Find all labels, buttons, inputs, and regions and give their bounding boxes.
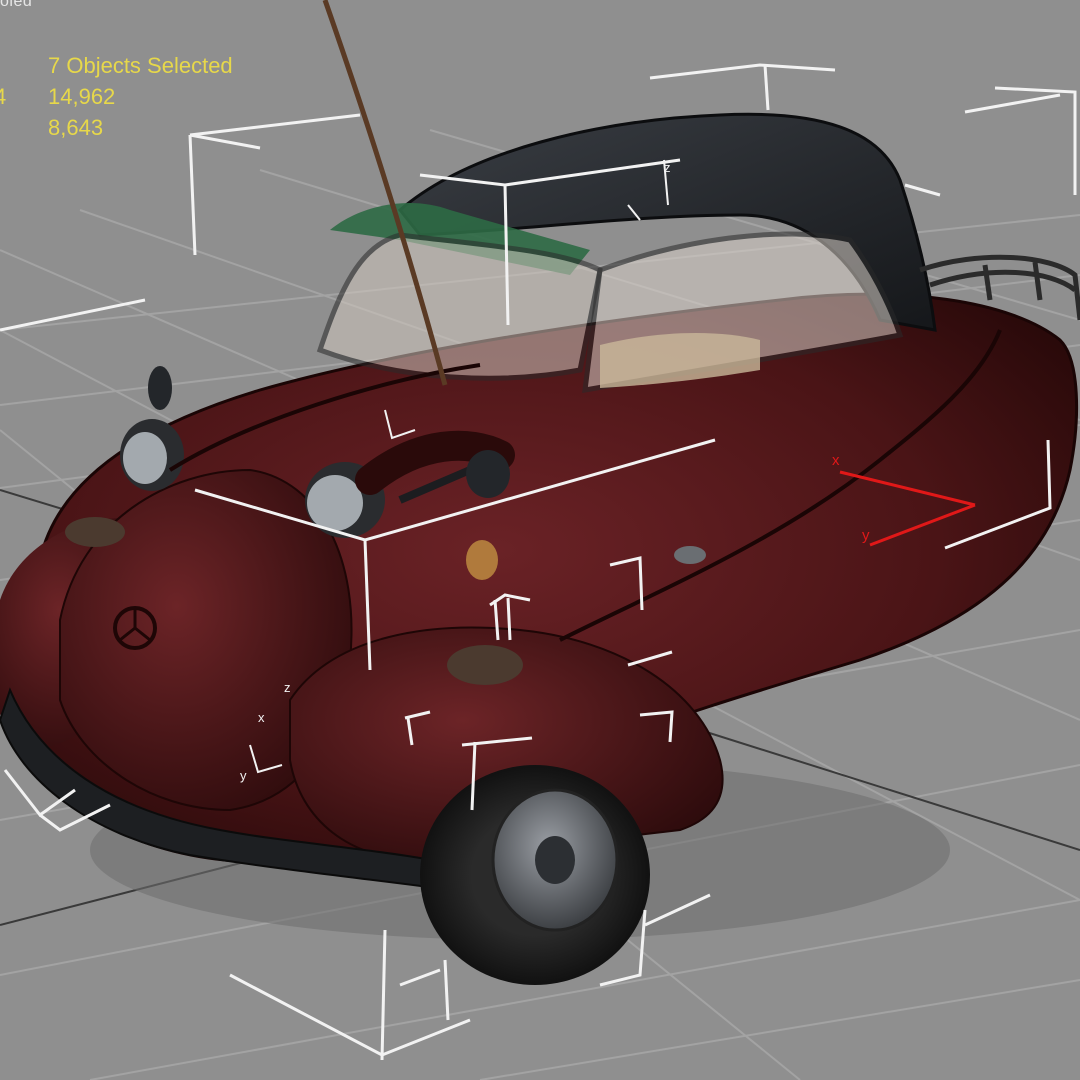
selection-stats: 7 Objects Selected 14,962 8,643 [48,50,233,143]
objects-selected-count: 7 Objects Selected [48,53,233,78]
selection-stats-prefixes: 4 [0,50,18,143]
pivot-label-z1: z [664,160,671,175]
perspective-viewport[interactable]: z z x y x y oled 4 7 Objects Selected 14… [0,0,1080,1080]
pivot-label-x1: x [258,710,265,725]
gizmo-y-label: y [862,527,870,544]
viewport-scene[interactable]: z z x y x y [0,0,1080,1080]
gizmo-x-label: x [832,452,840,469]
stats-row-1-prefix [0,50,18,81]
polygon-count: 14,962 [48,84,116,109]
vertex-count: 8,643 [48,115,104,140]
stats-row-2-prefix: 4 [0,84,7,109]
stats-row-3-prefix [0,112,18,143]
pivot-label-y1: y [240,768,247,783]
viewport-label[interactable]: oled [0,0,32,11]
pivot-label-z2: z [284,680,291,695]
